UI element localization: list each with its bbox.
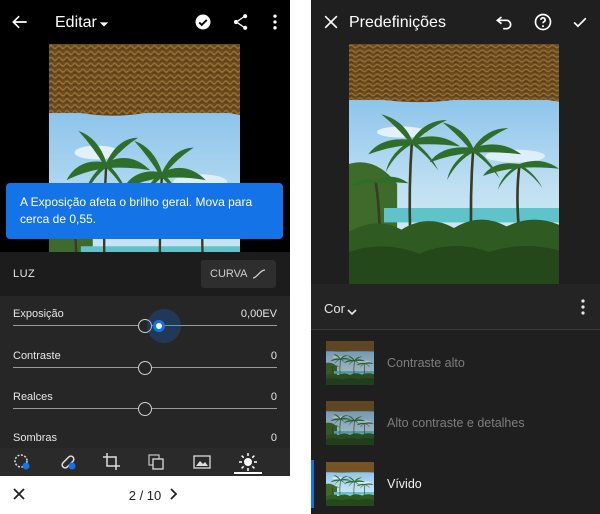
share-icon[interactable] (229, 10, 253, 34)
curve-button[interactable]: CURVA (201, 260, 276, 288)
chevron-right-icon[interactable] (166, 486, 182, 507)
slider-knob[interactable] (138, 361, 152, 375)
slider-label: Sombras (13, 432, 58, 444)
preset-item[interactable]: Contraste alto (311, 333, 600, 393)
image-icon[interactable] (192, 452, 212, 472)
active-tool-indicator (234, 472, 262, 474)
close-icon[interactable] (319, 10, 343, 34)
slider-label: Exposição (13, 308, 64, 320)
page-title: Predefinições (349, 14, 446, 31)
preset-name: Contraste alto (387, 356, 465, 370)
preset-thumbnail (326, 401, 374, 445)
presets-screen: Predefinições Cor Contraste alto Alto co… (311, 0, 600, 514)
pager-bar: 2 / 10 (0, 476, 290, 514)
section-header: LUZ CURVA (0, 252, 290, 296)
healing-icon[interactable] (58, 452, 78, 472)
photo-preview (349, 44, 559, 284)
category-selector[interactable]: Cor (324, 301, 345, 316)
back-arrow-icon[interactable] (8, 10, 32, 34)
chevron-down-icon[interactable] (346, 303, 358, 321)
slider-value: 0 (270, 350, 277, 362)
light-panel: LUZ CURVA Exposição 0,00EV Contraste 0 R… (0, 252, 290, 448)
preset-name: Alto contraste e detalhes (387, 416, 525, 430)
tooltip-text: A Exposição afeta o brilho geral. Mova p… (20, 195, 253, 226)
coach-tooltip: A Exposição afeta o brilho geral. Mova p… (6, 183, 283, 239)
slider-value: 0 (270, 391, 277, 403)
layers-icon[interactable] (146, 452, 166, 472)
preset-thumbnail (326, 462, 374, 506)
section-label: LUZ (13, 268, 36, 280)
more-options-icon[interactable] (263, 10, 287, 34)
panel-divider (290, 0, 311, 514)
curve-button-label: CURVA (210, 268, 248, 280)
target-point[interactable] (153, 320, 165, 332)
auto-icon[interactable] (12, 452, 32, 472)
preset-item[interactable]: Vívido (311, 454, 600, 514)
edit-header: Editar (0, 0, 290, 44)
edit-screen: Editar A Exposição afeta o brilho geral.… (0, 0, 290, 514)
slider-contrast: Contraste 0 (0, 350, 290, 390)
check-icon[interactable] (568, 10, 592, 34)
page-counter: 2 / 10 (128, 488, 162, 503)
slider-value: 0,00EV (240, 308, 277, 320)
confirm-icon[interactable] (191, 10, 215, 34)
presets-header: Predefinições (311, 0, 600, 44)
more-options-icon[interactable] (580, 298, 586, 321)
slider-highlights: Realces 0 (0, 391, 290, 431)
undo-icon[interactable] (492, 10, 516, 34)
curve-icon (252, 269, 266, 279)
slider-knob[interactable] (138, 402, 152, 416)
tool-bar (0, 448, 290, 476)
slider-value: 0 (270, 432, 277, 444)
slider-label: Contraste (13, 350, 61, 362)
crop-icon[interactable] (102, 452, 122, 472)
page-title[interactable]: Editar (55, 14, 97, 32)
help-icon[interactable] (531, 10, 555, 34)
selected-preset-indicator (311, 460, 314, 508)
slider-exposure: Exposição 0,00EV (0, 308, 290, 348)
preset-name: Vívido (387, 477, 422, 491)
chevron-down-icon[interactable] (92, 12, 116, 36)
preset-item[interactable]: Alto contraste e detalhes (311, 393, 600, 453)
preset-thumbnail (326, 341, 374, 385)
category-bar: Cor (311, 284, 600, 330)
light-icon[interactable] (238, 452, 258, 472)
slider-label: Realces (13, 391, 53, 403)
